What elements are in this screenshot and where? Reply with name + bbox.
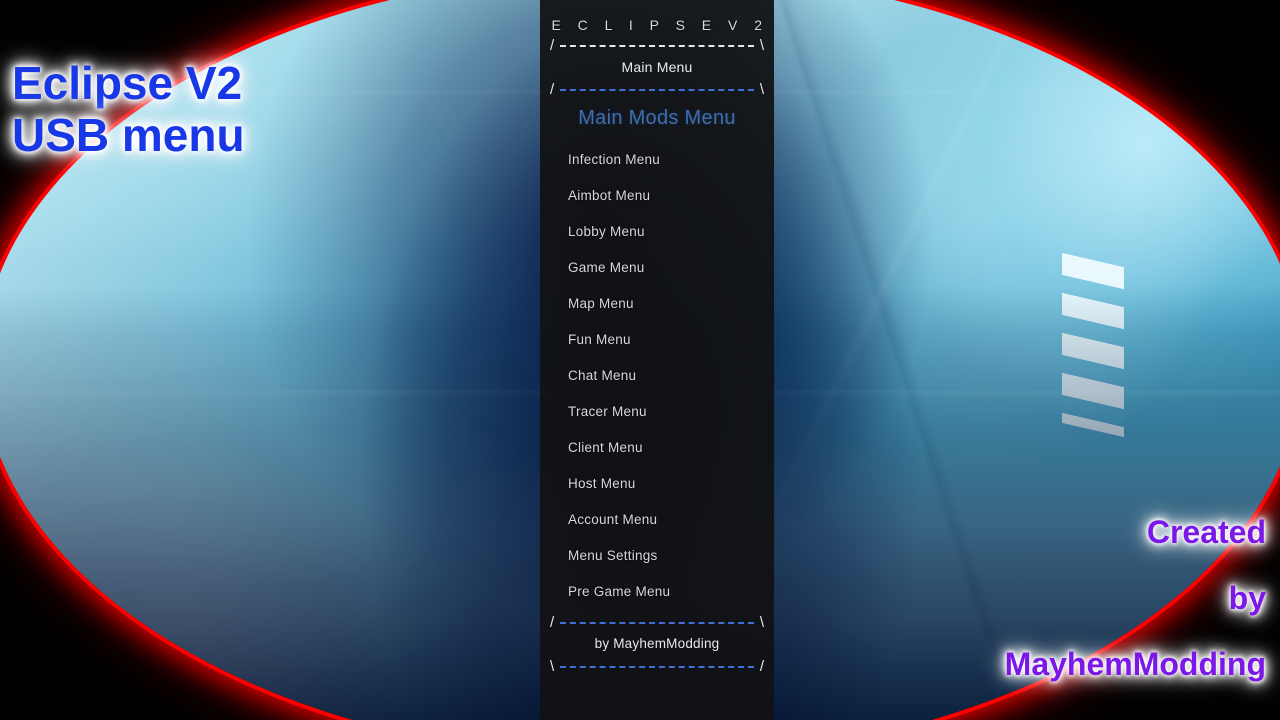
separator-dash <box>560 622 754 624</box>
menu-item-settings[interactable]: Menu Settings <box>540 538 774 574</box>
mod-menu-list: Infection Menu Aimbot Menu Lobby Menu Ga… <box>540 136 774 610</box>
menu-item-infection[interactable]: Infection Menu <box>540 142 774 178</box>
separator-above-footer: / \ <box>550 614 764 631</box>
separator-cap-left: / <box>550 614 555 631</box>
menu-item-game[interactable]: Game Menu <box>540 250 774 286</box>
breadcrumb: Main Menu <box>621 59 693 75</box>
separator-cap-right: \ <box>759 81 764 98</box>
menu-item-aimbot[interactable]: Aimbot Menu <box>540 178 774 214</box>
menu-item-fun[interactable]: Fun Menu <box>540 322 774 358</box>
separator-cap-left: / <box>550 37 555 54</box>
credit-line3: MayhemModding <box>1004 646 1266 682</box>
menu-item-host[interactable]: Host Menu <box>540 466 774 502</box>
separator-cap-right: \ <box>759 37 764 54</box>
menu-item-pre-game[interactable]: Pre Game Menu <box>540 574 774 610</box>
separator-below-breadcrumb: / \ <box>550 81 764 98</box>
menu-item-map[interactable]: Map Menu <box>540 286 774 322</box>
video-title-line2: USB menu <box>12 109 245 161</box>
video-title-overlay: Eclipse V2 USB menu <box>12 14 245 204</box>
credit-line1: Created <box>1146 514 1266 550</box>
mod-menu-content: E C L I P S E V 2 / \ Main Menu / \ Main… <box>540 0 774 674</box>
video-title-line1: Eclipse V2 <box>12 57 243 109</box>
separator-dash <box>560 666 754 668</box>
menu-item-chat[interactable]: Chat Menu <box>540 358 774 394</box>
separator-dash <box>560 45 754 47</box>
menu-item-tracer[interactable]: Tracer Menu <box>540 394 774 430</box>
section-header: Main Mods Menu <box>578 107 736 129</box>
separator-below-footer: \ / <box>550 658 764 675</box>
separator-cap-left: \ <box>550 658 555 675</box>
mod-menu-title: E C L I P S E V 2 <box>551 17 769 33</box>
menu-footer-credit: by MayhemModding <box>594 636 720 651</box>
video-credit-overlay: Created by MayhemModding <box>1005 482 1266 712</box>
menu-item-lobby[interactable]: Lobby Menu <box>540 214 774 250</box>
background-windows <box>1062 252 1124 438</box>
separator-cap-right: \ <box>759 614 764 631</box>
menu-item-client[interactable]: Client Menu <box>540 430 774 466</box>
separator-cap-right: / <box>759 658 764 675</box>
credit-line2: by <box>1228 580 1266 616</box>
separator-dash <box>560 89 754 91</box>
separator-cap-left: / <box>550 81 555 98</box>
separator-top: / \ <box>550 37 764 54</box>
screenshot-root: E C L I P S E V 2 / \ Main Menu / \ Main… <box>0 0 1280 720</box>
menu-item-account[interactable]: Account Menu <box>540 502 774 538</box>
mod-menu-panel: E C L I P S E V 2 / \ Main Menu / \ Main… <box>540 0 774 720</box>
